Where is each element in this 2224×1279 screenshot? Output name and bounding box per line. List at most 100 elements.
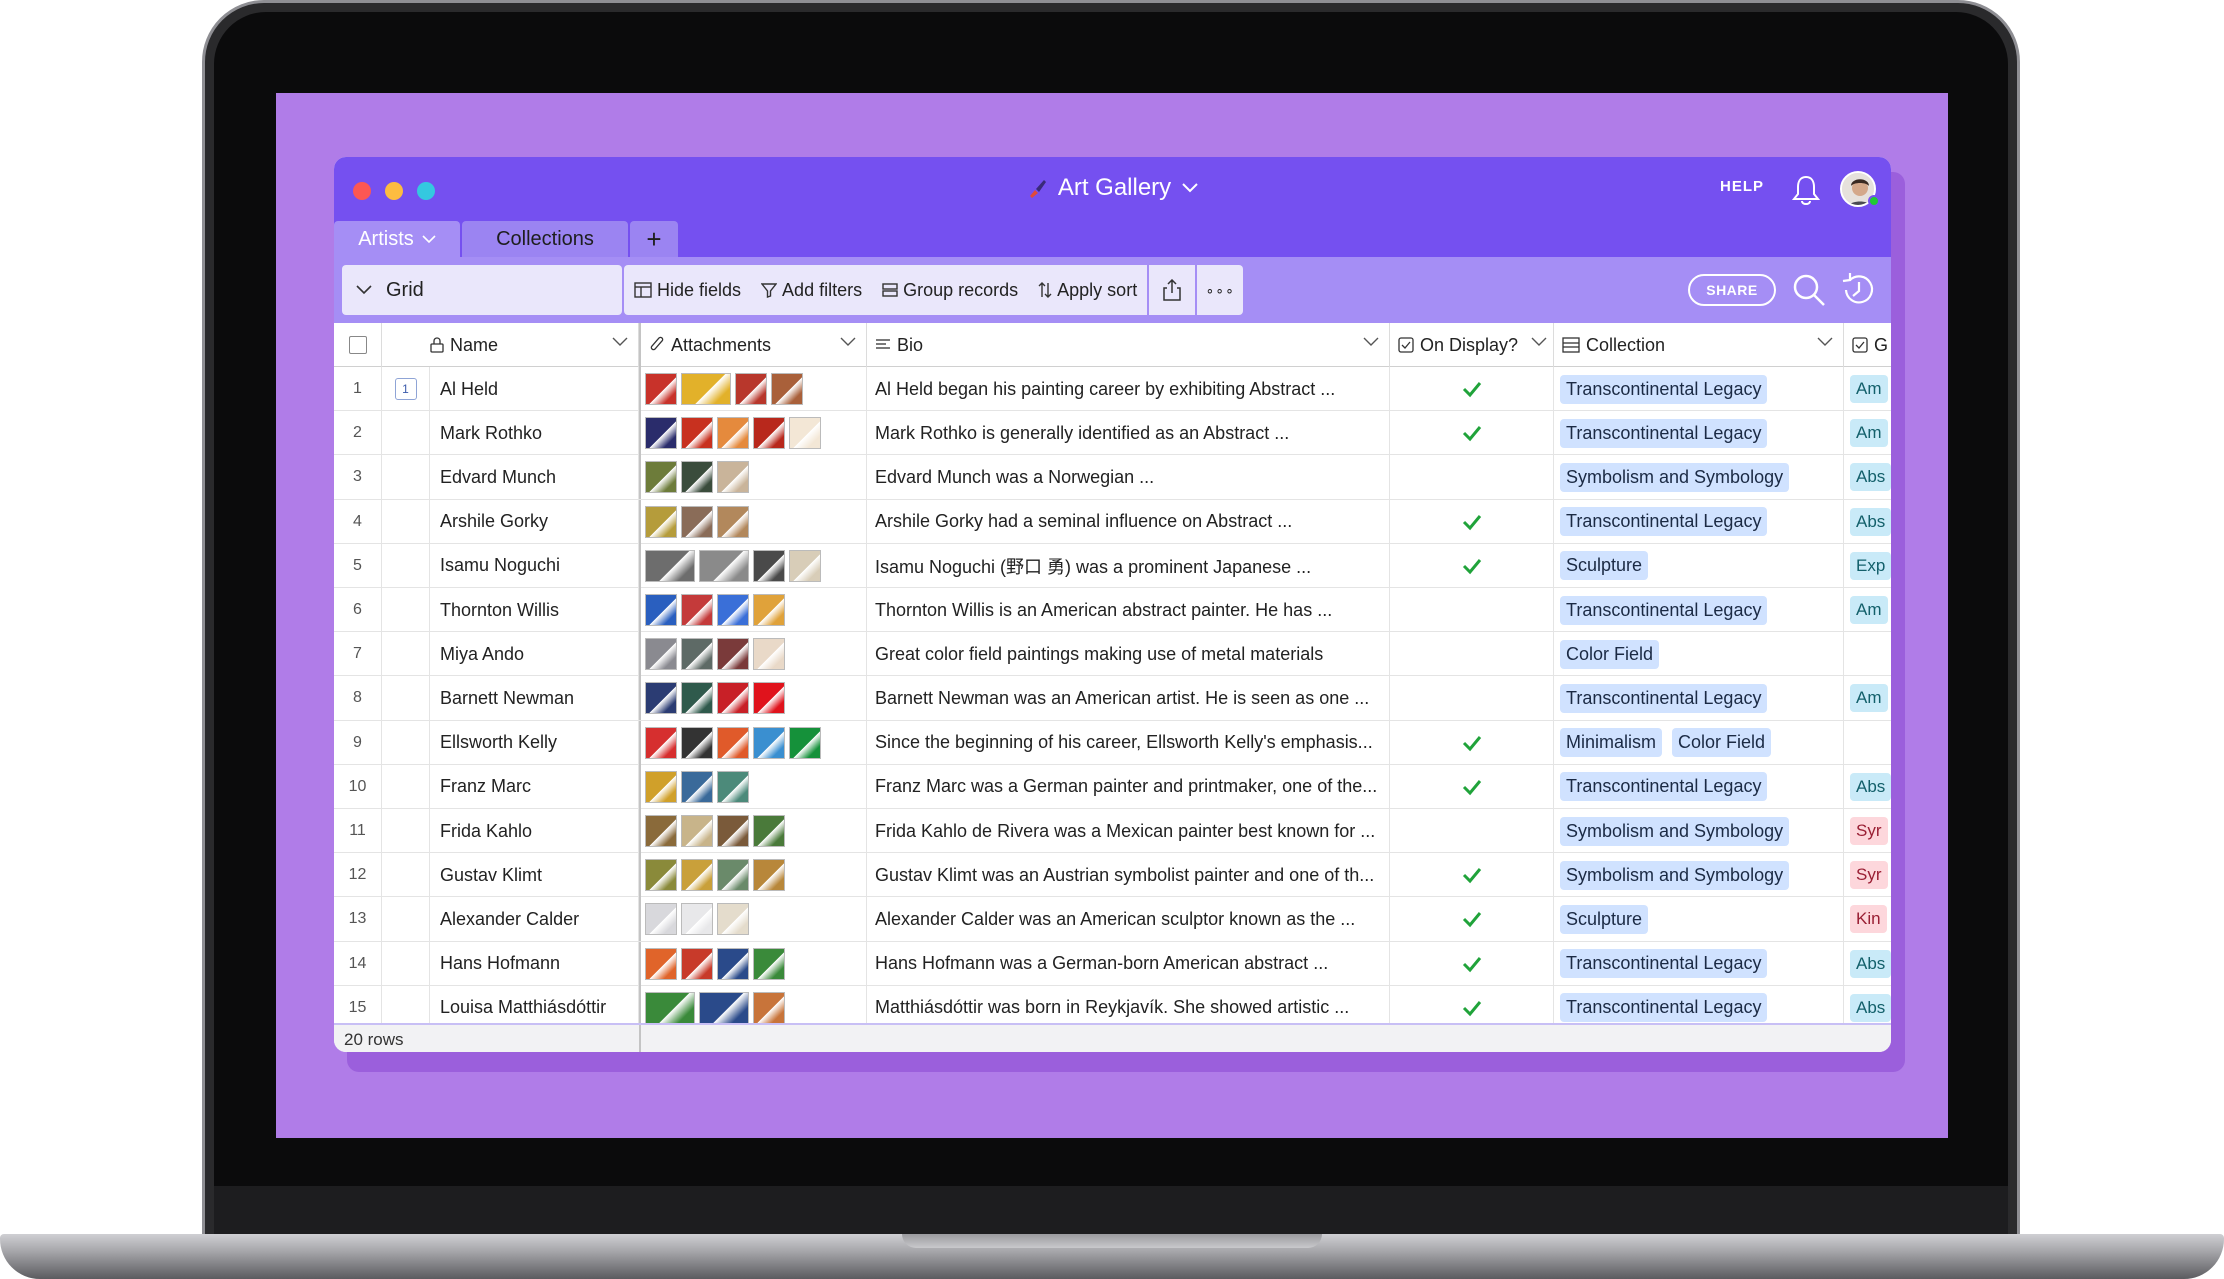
- collection-pill[interactable]: Symbolism and Symbology: [1560, 816, 1790, 846]
- cell-collection[interactable]: Symbolism and Symbology: [1554, 809, 1844, 853]
- attachment-thumbnail[interactable]: [717, 417, 749, 450]
- cell-bio[interactable]: Mark Rothko is generally identified as a…: [867, 411, 1390, 456]
- row-expand[interactable]: [382, 809, 430, 853]
- collection-pill[interactable]: Transcontinental Legacy: [1560, 772, 1768, 802]
- cell-collection[interactable]: Transcontinental Legacy: [1554, 499, 1844, 544]
- cell-collection[interactable]: Sculpture: [1554, 897, 1844, 942]
- attachment-thumbnail[interactable]: [717, 903, 749, 936]
- cell-g[interactable]: Abs: [1844, 455, 1891, 499]
- cell-bio[interactable]: Thornton Willis is an American abstract …: [867, 588, 1390, 632]
- row-expand[interactable]: [382, 499, 430, 544]
- search-icon[interactable]: [1790, 271, 1828, 309]
- add-filters-button[interactable]: Add filters: [751, 265, 872, 315]
- collection-pill[interactable]: Transcontinental Legacy: [1560, 683, 1768, 713]
- cell-name[interactable]: Franz Marc: [430, 764, 639, 809]
- cell-attachments[interactable]: [639, 455, 867, 500]
- row-expand[interactable]: [382, 588, 430, 632]
- attachment-thumbnail[interactable]: [717, 461, 749, 494]
- cell-bio[interactable]: Alexander Calder was an American sculpto…: [867, 897, 1390, 942]
- cell-name[interactable]: Mark Rothko: [430, 411, 639, 456]
- attachment-thumbnail[interactable]: [645, 947, 677, 980]
- cell-g[interactable]: Am: [1844, 588, 1891, 632]
- attachment-thumbnail[interactable]: [681, 859, 713, 892]
- attachment-thumbnail[interactable]: [645, 682, 677, 715]
- collection-pill[interactable]: Transcontinental Legacy: [1560, 418, 1768, 448]
- cell-attachments[interactable]: [639, 588, 867, 632]
- chevron-down-icon[interactable]: [1531, 337, 1547, 347]
- table-row[interactable]: 8 Barnett Newman Barnett Newman was an Ame…: [334, 676, 1891, 721]
- row-expand[interactable]: [382, 411, 430, 456]
- cell-collection[interactable]: Transcontinental Legacy: [1554, 588, 1844, 632]
- genre-pill[interactable]: Syr: [1850, 861, 1888, 890]
- attachment-thumbnail[interactable]: [753, 726, 785, 759]
- more-options-button[interactable]: ∘∘∘: [1197, 265, 1243, 315]
- attachment-thumbnail[interactable]: [753, 947, 785, 980]
- share-export-button[interactable]: [1149, 265, 1195, 315]
- attachment-thumbnail[interactable]: [789, 417, 821, 450]
- collection-pill[interactable]: Transcontinental Legacy: [1560, 949, 1768, 979]
- genre-pill[interactable]: Am: [1850, 596, 1888, 624]
- cell-on-display[interactable]: [1390, 941, 1554, 986]
- column-header-g[interactable]: G: [1844, 323, 1891, 367]
- genre-pill[interactable]: Abs: [1850, 772, 1891, 801]
- cell-name[interactable]: Hans Hofmann: [430, 941, 639, 986]
- row-expand[interactable]: [382, 632, 430, 677]
- genre-pill[interactable]: Am: [1850, 684, 1888, 713]
- attachment-thumbnail[interactable]: [735, 373, 767, 405]
- cell-name[interactable]: Isamu Noguchi: [430, 543, 639, 588]
- table-row[interactable]: 3 Edvard Munch Edvard Munch was a Norwegia…: [334, 455, 1891, 500]
- attachment-thumbnail[interactable]: [753, 549, 785, 582]
- attachment-thumbnail[interactable]: [717, 594, 749, 626]
- attachment-thumbnail[interactable]: [645, 638, 677, 671]
- cell-attachments[interactable]: [639, 941, 867, 986]
- table-row[interactable]: 11 Frida Kahlo Frida Kahlo de Rivera was a…: [334, 809, 1891, 854]
- attachment-thumbnail[interactable]: [645, 815, 677, 847]
- cell-g[interactable]: Syr: [1844, 809, 1891, 853]
- cell-bio[interactable]: Al Held began his painting career by exh…: [867, 367, 1390, 411]
- collection-pill[interactable]: Symbolism and Symbology: [1560, 860, 1790, 890]
- attachment-thumbnail[interactable]: [645, 903, 677, 936]
- tab-collections[interactable]: Collections: [462, 221, 628, 257]
- chevron-down-icon[interactable]: [840, 337, 856, 347]
- cell-on-display[interactable]: [1390, 676, 1554, 721]
- cell-name[interactable]: Alexander Calder: [430, 897, 639, 942]
- cell-on-display[interactable]: [1390, 897, 1554, 942]
- cell-name[interactable]: Gustav Klimt: [430, 853, 639, 898]
- attachment-thumbnail[interactable]: [645, 505, 677, 538]
- collection-pill[interactable]: Sculpture: [1560, 904, 1649, 934]
- tab-artists[interactable]: Artists: [334, 221, 460, 257]
- cell-name[interactable]: Miya Ando: [430, 632, 639, 677]
- cell-g[interactable]: Am: [1844, 676, 1891, 720]
- attachment-thumbnail[interactable]: [681, 903, 713, 936]
- collection-pill[interactable]: Color Field: [1560, 639, 1660, 669]
- column-header-collection[interactable]: Collection: [1554, 323, 1844, 367]
- cell-name[interactable]: Al Held: [430, 367, 639, 411]
- attachment-thumbnail[interactable]: [645, 991, 695, 1024]
- row-expand[interactable]: [382, 676, 430, 721]
- attachment-thumbnail[interactable]: [681, 947, 713, 980]
- cell-bio[interactable]: Arshile Gorky had a seminal influence on…: [867, 499, 1390, 544]
- genre-pill[interactable]: Syr: [1850, 817, 1888, 845]
- cell-g[interactable]: Am: [1844, 411, 1891, 455]
- cell-name[interactable]: Frida Kahlo: [430, 809, 639, 853]
- cell-collection[interactable]: Minimalism Color Field: [1554, 720, 1844, 765]
- collection-pill[interactable]: Minimalism: [1560, 728, 1662, 758]
- cell-on-display[interactable]: [1390, 543, 1554, 588]
- genre-pill[interactable]: Abs: [1850, 463, 1891, 492]
- cell-bio[interactable]: Barnett Newman was an American artist. H…: [867, 676, 1390, 721]
- attachment-thumbnail[interactable]: [645, 859, 677, 892]
- attachment-thumbnail[interactable]: [753, 417, 785, 450]
- attachment-thumbnail[interactable]: [681, 682, 713, 715]
- collection-pill[interactable]: Transcontinental Legacy: [1560, 993, 1768, 1023]
- cell-bio[interactable]: Gustav Klimt was an Austrian symbolist p…: [867, 853, 1390, 898]
- attachment-thumbnail[interactable]: [717, 682, 749, 715]
- attachment-thumbnail[interactable]: [645, 461, 677, 494]
- cell-bio[interactable]: Since the beginning of his career, Ellsw…: [867, 720, 1390, 765]
- cell-g[interactable]: Am: [1844, 367, 1891, 411]
- genre-pill[interactable]: Kin: [1850, 905, 1887, 934]
- row-expand[interactable]: [382, 720, 430, 765]
- group-records-button[interactable]: Group records: [872, 265, 1028, 315]
- cell-g[interactable]: Exp: [1844, 544, 1891, 588]
- attachment-thumbnail[interactable]: [681, 726, 713, 759]
- cell-on-display[interactable]: [1390, 809, 1554, 853]
